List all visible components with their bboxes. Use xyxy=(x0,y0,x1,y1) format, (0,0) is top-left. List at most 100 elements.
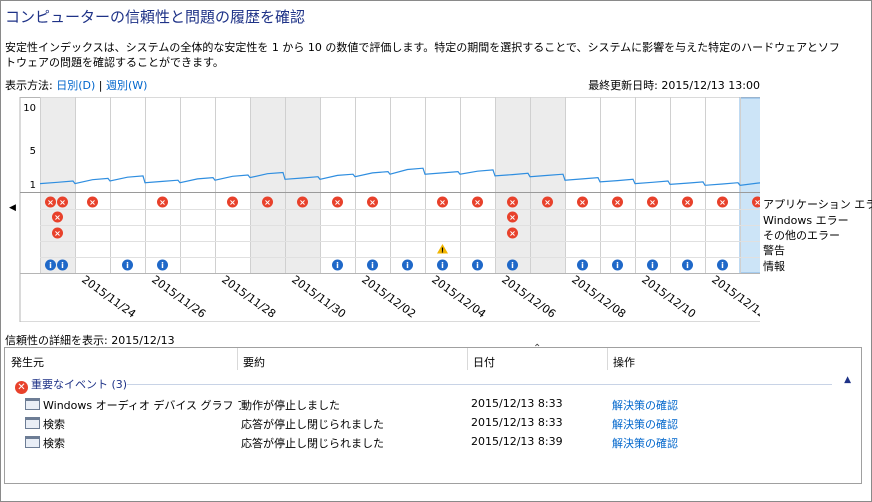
check-solution-link[interactable]: 解決策の確認 xyxy=(612,435,678,451)
table-row[interactable]: 検索 応答が停止し閉じられました 2015/12/13 8:33 解決策の確認 xyxy=(25,414,855,432)
day-column[interactable] xyxy=(40,98,75,273)
information-icon-glyph: i xyxy=(476,261,479,270)
day-column[interactable] xyxy=(180,98,215,273)
table-row[interactable]: 検索 応答が停止し閉じられました 2015/12/13 8:39 解決策の確認 xyxy=(25,433,855,451)
legend-warning: 警告 xyxy=(763,244,785,257)
information-icon-glyph: i xyxy=(441,261,444,270)
information-icon-glyph: i xyxy=(721,261,724,270)
daily-view-link[interactable]: 日別(D) xyxy=(56,79,95,92)
application-error-icon-glyph: × xyxy=(299,198,306,207)
day-column[interactable] xyxy=(530,98,565,273)
check-solution-link[interactable]: 解決策の確認 xyxy=(612,397,678,413)
application-error-icon-glyph: × xyxy=(684,198,691,207)
description-text: 安定性インデックスは、システムの全体的な安定性を 1 から 10 の数値で評価し… xyxy=(5,41,840,69)
group-divider xyxy=(127,384,832,385)
day-column[interactable] xyxy=(145,98,180,273)
row-source: Windows オーディオ デバイス グラフ アイ... xyxy=(43,399,241,412)
row-summary: 応答が停止し閉じられました xyxy=(241,418,384,431)
reliability-details-table: 発生元 要約 日付 ⌃ 操作 ✕ 重要なイベント (3) ▲ Windows オー… xyxy=(4,343,862,484)
information-icon-glyph: i xyxy=(686,261,689,270)
application-error-icon-glyph: × xyxy=(439,198,446,207)
application-error-icon-glyph: × xyxy=(719,198,726,207)
application-icon xyxy=(25,398,40,410)
information-icon-glyph: i xyxy=(161,261,164,270)
application-error-icon-glyph: × xyxy=(369,198,376,207)
legend-windows-error: Windows エラー xyxy=(763,214,849,227)
page-title: コンピューターの信頼性と問題の履歴を確認 xyxy=(5,8,306,26)
day-column[interactable] xyxy=(355,98,390,273)
application-error-icon-glyph: × xyxy=(47,198,54,207)
day-column[interactable] xyxy=(320,98,355,273)
row-date: 2015/12/13 8:33 xyxy=(471,416,563,429)
column-divider[interactable] xyxy=(607,348,608,370)
row-source: 検索 xyxy=(43,418,65,431)
information-icon-glyph: i xyxy=(371,261,374,270)
day-column[interactable] xyxy=(600,98,635,273)
other-error-icon-glyph: × xyxy=(54,229,61,238)
collapse-group-icon[interactable]: ▲ xyxy=(844,375,851,385)
application-error-icon-glyph: × xyxy=(59,198,66,207)
row-date: 2015/12/13 8:39 xyxy=(471,435,563,448)
column-header-date[interactable]: 日付 xyxy=(473,354,495,370)
windows-error-icon-glyph: × xyxy=(54,213,61,222)
day-column[interactable] xyxy=(110,98,145,273)
day-column[interactable] xyxy=(565,98,600,273)
row-summary: 動作が停止しました xyxy=(241,399,340,412)
row-summary: 応答が停止し閉じられました xyxy=(241,437,384,450)
application-icon xyxy=(25,417,40,429)
application-error-icon-glyph: × xyxy=(509,198,516,207)
application-icon xyxy=(25,436,40,448)
table-row[interactable]: Windows オーディオ デバイス グラフ アイ... 動作が停止しました 2… xyxy=(25,395,855,413)
details-date-label: 信頼性の詳細を表示: 2015/12/13 xyxy=(5,334,175,347)
application-error-icon-glyph: × xyxy=(474,198,481,207)
day-column[interactable] xyxy=(390,98,425,273)
column-divider[interactable] xyxy=(467,348,468,370)
last-updated-text: 最終更新日時: 2015/12/13 13:00 xyxy=(588,79,760,92)
y-tick-label: 5 xyxy=(30,146,36,157)
stability-chart[interactable]: 1051× × × × × × × × × × × × × × × × × × ×× ×× ×!i i i i i i i i i i i i… xyxy=(0,97,760,322)
information-icon-glyph: i xyxy=(651,261,654,270)
legend-application-error: アプリケーション エラー xyxy=(763,198,872,211)
day-column[interactable] xyxy=(460,98,495,273)
application-error-icon-glyph: × xyxy=(334,198,341,207)
windows-error-icon-glyph: × xyxy=(509,213,516,222)
column-header-source[interactable]: 発生元 xyxy=(11,354,44,370)
view-separator: | xyxy=(98,79,103,92)
warning-icon-glyph: ! xyxy=(441,247,444,255)
row-date: 2015/12/13 8:33 xyxy=(471,397,563,410)
view-by-label: 表示方法: xyxy=(5,79,53,92)
critical-events-group[interactable]: ✕ 重要なイベント (3) xyxy=(15,376,127,394)
day-column[interactable] xyxy=(495,98,530,273)
y-tick-label: 1 xyxy=(30,180,36,191)
weekly-view-link[interactable]: 週別(W) xyxy=(106,79,147,92)
application-error-icon-glyph: × xyxy=(544,198,551,207)
information-icon-glyph: i xyxy=(61,261,64,270)
column-header-summary[interactable]: 要約 xyxy=(243,354,265,370)
view-by-row: 表示方法: 日別(D) | 週別(W) xyxy=(5,77,147,93)
application-error-icon-glyph: × xyxy=(649,198,656,207)
row-source: 検索 xyxy=(43,437,65,450)
application-error-icon-glyph: × xyxy=(89,198,96,207)
information-icon-glyph: i xyxy=(581,261,584,270)
column-header-action[interactable]: 操作 xyxy=(613,354,635,370)
application-error-icon-glyph: × xyxy=(159,198,166,207)
information-icon-glyph: i xyxy=(511,261,514,270)
column-divider[interactable] xyxy=(237,348,238,370)
day-column[interactable] xyxy=(250,98,285,273)
y-tick-label: 10 xyxy=(23,103,36,114)
day-column[interactable] xyxy=(635,98,670,273)
information-icon-glyph: i xyxy=(406,261,409,270)
information-icon-glyph: i xyxy=(49,261,52,270)
check-solution-link[interactable]: 解決策の確認 xyxy=(612,416,678,432)
day-column[interactable] xyxy=(285,98,320,273)
day-column[interactable] xyxy=(215,98,250,273)
information-icon-glyph: i xyxy=(336,261,339,270)
sort-ascending-icon: ⌃ xyxy=(533,343,542,354)
day-column[interactable] xyxy=(670,98,705,273)
application-error-icon-glyph: × xyxy=(614,198,621,207)
day-column[interactable] xyxy=(75,98,110,273)
application-error-icon-glyph: × xyxy=(229,198,236,207)
application-error-icon-glyph: × xyxy=(264,198,271,207)
legend-information: 情報 xyxy=(763,260,785,273)
application-error-icon-glyph: × xyxy=(754,198,760,207)
